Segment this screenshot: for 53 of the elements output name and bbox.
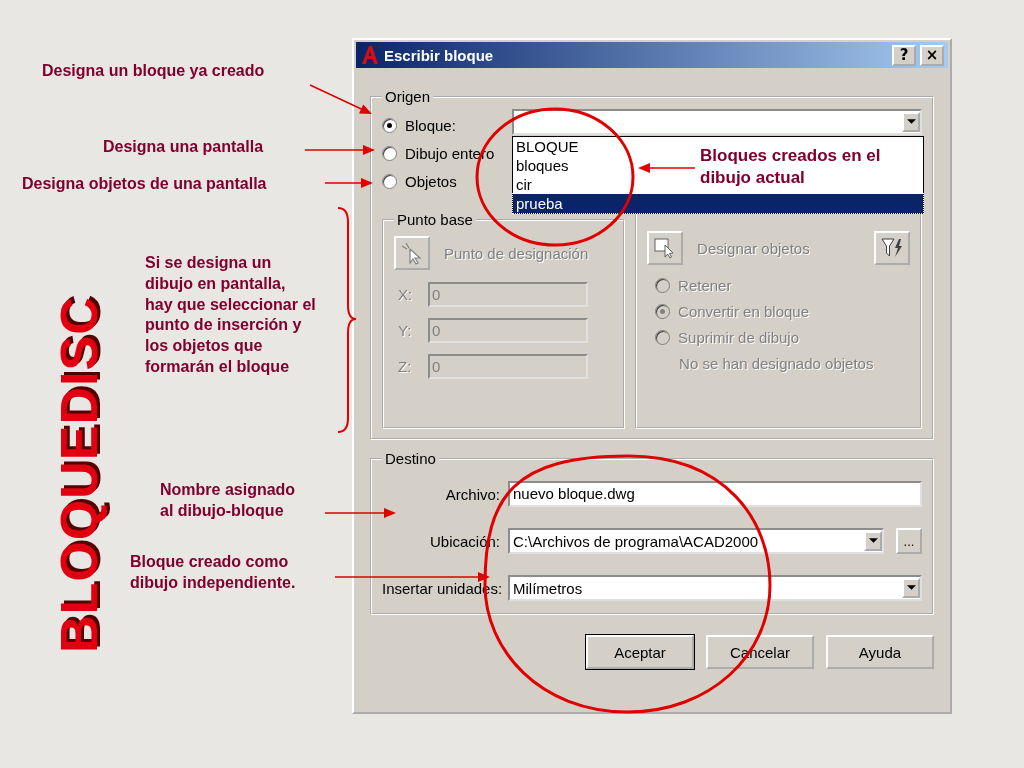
callout-text: Bloques creados en el dibujo actual	[700, 145, 882, 190]
dropdown-item[interactable]: cir	[513, 175, 535, 194]
dropdown-button[interactable]	[902, 112, 920, 132]
arrow	[324, 508, 396, 518]
filter-icon	[880, 236, 904, 260]
radio-label[interactable]: Bloque:	[405, 117, 456, 134]
caret-icon	[868, 538, 878, 544]
pick-point-label: Punto de designación	[444, 244, 589, 262]
coordinate-label: Z:	[398, 358, 413, 375]
select-objects-button[interactable]	[647, 231, 684, 265]
group-label: Destino	[384, 450, 437, 467]
arrow	[304, 145, 375, 155]
callout-text: Designa un bloque ya creado	[42, 61, 266, 81]
radio-label[interactable]: Objetos	[405, 173, 457, 190]
cursor-icon	[400, 241, 424, 265]
coordinate-label: X:	[398, 286, 414, 303]
callout-text: Si se designa un dibujo en pantalla, hay que seleccionar el punto de inserción y los objetos que formarán el bloque	[145, 253, 317, 377]
field-label: Archivo:	[444, 485, 500, 503]
close-button[interactable]: ×	[920, 44, 944, 66]
callout-text: Nombre asignado al dibujo-bloque	[160, 480, 297, 521]
window-title: Escribir bloque	[384, 46, 495, 64]
arrow	[324, 178, 373, 188]
caret-icon	[906, 585, 916, 591]
units-dropdown[interactable]: Milímetros	[508, 575, 922, 601]
callout-text: Designa una pantalla	[103, 137, 265, 157]
radio-button[interactable]	[382, 118, 397, 133]
quick-select-button[interactable]	[874, 231, 910, 265]
callout-text: Designa objetos de una pantalla	[22, 174, 268, 194]
location-dropdown[interactable]: C:\Archivos de programa\ACAD2000	[508, 528, 884, 554]
dropdown-button[interactable]	[864, 531, 882, 551]
dialog-button[interactable]: Aceptar	[586, 635, 694, 669]
dropdown-item[interactable]: prueba	[513, 194, 923, 213]
arrow	[309, 84, 372, 114]
radio-button[interactable]	[382, 174, 397, 189]
app-icon	[360, 45, 380, 65]
dialog-button[interactable]: Ayuda	[826, 635, 934, 669]
help-button[interactable]: ?	[892, 44, 916, 66]
radio-button[interactable]	[382, 146, 397, 161]
dropdown-item[interactable]: bloques	[513, 156, 572, 175]
block-dropdown[interactable]	[512, 109, 922, 135]
dropdown-button[interactable]	[902, 578, 920, 598]
select-objects-label: Designar objetos	[697, 239, 810, 257]
group-label: Origen	[384, 88, 432, 105]
coordinate-label: Y:	[398, 322, 413, 339]
status-text: No se han designado objetos	[678, 355, 875, 372]
dropdown-item[interactable]: BLOQUE	[513, 137, 582, 156]
pick-point-button[interactable]	[394, 236, 430, 270]
callout-text: Bloque creado como dibujo independiente.	[130, 552, 297, 593]
file-name-field[interactable]: nuevo bloque.dwg	[508, 481, 922, 507]
arrow	[638, 163, 696, 173]
caret-icon	[906, 119, 916, 125]
group-label: Punto base	[396, 211, 474, 228]
browse-button[interactable]: ...	[896, 528, 922, 554]
